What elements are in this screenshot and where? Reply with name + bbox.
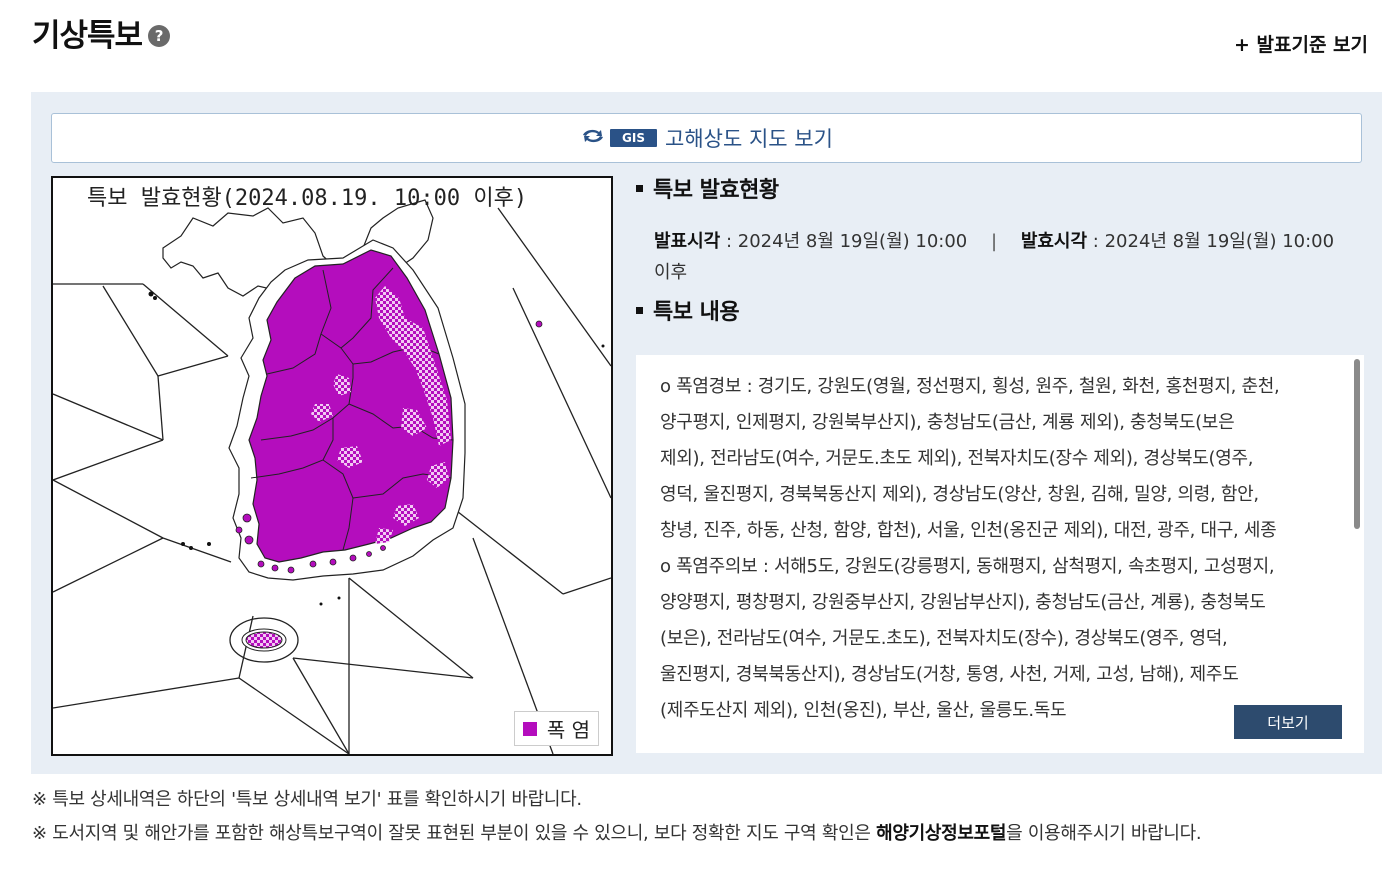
page-title-text: 기상특보 bbox=[32, 18, 143, 54]
note-detail: ※ 특보 상세내역은 하단의 '특보 상세내역 보기' 표를 확인하시기 바랍니… bbox=[32, 789, 582, 810]
content-title: 특보 내용 bbox=[636, 294, 1366, 326]
status-times: 발표시각 : 2024년 8월 19일(월) 10:00 | 발효시각 : 20… bbox=[654, 226, 1354, 288]
content-line: o 폭염경보 : 경기도, 강원도(영월, 정선평지, 횡성, 원주, 철원, … bbox=[660, 376, 1280, 397]
content-box[interactable]: o 폭염경보 : 경기도, 강원도(영월, 정선평지, 횡성, 원주, 철원, … bbox=[636, 355, 1364, 753]
page-title: 기상특보 ? bbox=[32, 10, 171, 55]
content-line: 영덕, 울진평지, 경북북동산지 제외), 경상남도(양산, 창원, 김해, 밀… bbox=[660, 484, 1259, 505]
help-icon[interactable]: ? bbox=[148, 24, 171, 47]
content-line: (제주도산지 제외), 인천(옹진), 부산, 울산, 울릉도.독도 bbox=[660, 700, 1067, 721]
content-line: 창녕, 진주, 하동, 산청, 함양, 합천), 서울, 인천(옹진군 제외),… bbox=[660, 520, 1277, 541]
content-line: 양구평지, 인제평지, 강원북부산지), 충청남도(금산, 계룡 제외), 충청… bbox=[660, 412, 1235, 433]
effective-value: : 2024년 8월 19일(월) 10:00 bbox=[1092, 231, 1335, 252]
refresh-icon bbox=[580, 127, 606, 149]
effective-suffix: 이후 bbox=[654, 262, 688, 283]
bullet-icon bbox=[636, 306, 643, 314]
bullet-icon bbox=[636, 184, 643, 192]
times-separator: | bbox=[991, 231, 998, 252]
announce-value: : 2024년 8월 19일(월) 10:00 bbox=[725, 231, 968, 252]
legend-swatch-heatwave bbox=[522, 721, 537, 736]
gis-badge: GIS bbox=[610, 129, 658, 147]
warning-map: 특보 발효현황(2024.08.19. 10:00 이후) 폭 염 bbox=[51, 176, 613, 756]
more-button[interactable]: 더보기 bbox=[1234, 705, 1342, 739]
content-line: 울진평지, 경북북동산지), 경상남도(거창, 통영, 사천, 거제, 고성, … bbox=[660, 664, 1239, 685]
map-image bbox=[53, 199, 611, 754]
marine-portal-link[interactable]: 해양기상정보포털 bbox=[876, 823, 1006, 844]
note-marine: ※ 도서지역 및 해안가를 포함한 해상특보구역이 잘못 표현된 부분이 있을 … bbox=[32, 823, 1202, 844]
content-line: (보은), 전라남도(여수, 거문도.초도), 전북자치도(장수), 경상북도(… bbox=[660, 628, 1228, 649]
content-scrollbar[interactable] bbox=[1354, 359, 1360, 529]
notes: ※ 특보 상세내역은 하단의 '특보 상세내역 보기' 표를 확인하시기 바랍니… bbox=[32, 783, 1202, 851]
status-title: 특보 발효현황 bbox=[636, 172, 1366, 204]
content-line: 양양평지, 평창평지, 강원중부산지, 강원남부산지), 충청남도(금산, 계룡… bbox=[660, 592, 1266, 613]
status-section: 특보 발효현황 발표시각 : 2024년 8월 19일(월) 10:00 | 발… bbox=[636, 172, 1366, 326]
gis-map-button[interactable]: GIS 고해상도 지도 보기 bbox=[51, 113, 1362, 163]
announce-label: 발표시각 bbox=[654, 231, 721, 252]
gis-map-label: 고해상도 지도 보기 bbox=[665, 127, 833, 151]
legend-label: 폭 염 bbox=[546, 718, 590, 742]
warning-panel: GIS 고해상도 지도 보기 특보 발효현황(2024.08.19. 10:00… bbox=[31, 92, 1382, 774]
effective-label: 발효시각 bbox=[1020, 231, 1088, 252]
criteria-link[interactable]: + 발표기준 보기 bbox=[1234, 30, 1368, 57]
map-title: 특보 발효현황(2024.08.19. 10:00 이후) bbox=[87, 186, 528, 211]
content-line: 제외), 전라남도(여수, 거문도.초도 제외), 전북자치도(장수 제외), … bbox=[660, 448, 1254, 469]
map-legend: 폭 염 bbox=[513, 711, 599, 746]
content-line: o 폭염주의보 : 서해5도, 강원도(강릉평지, 동해평지, 삼척평지, 속초… bbox=[660, 556, 1275, 577]
